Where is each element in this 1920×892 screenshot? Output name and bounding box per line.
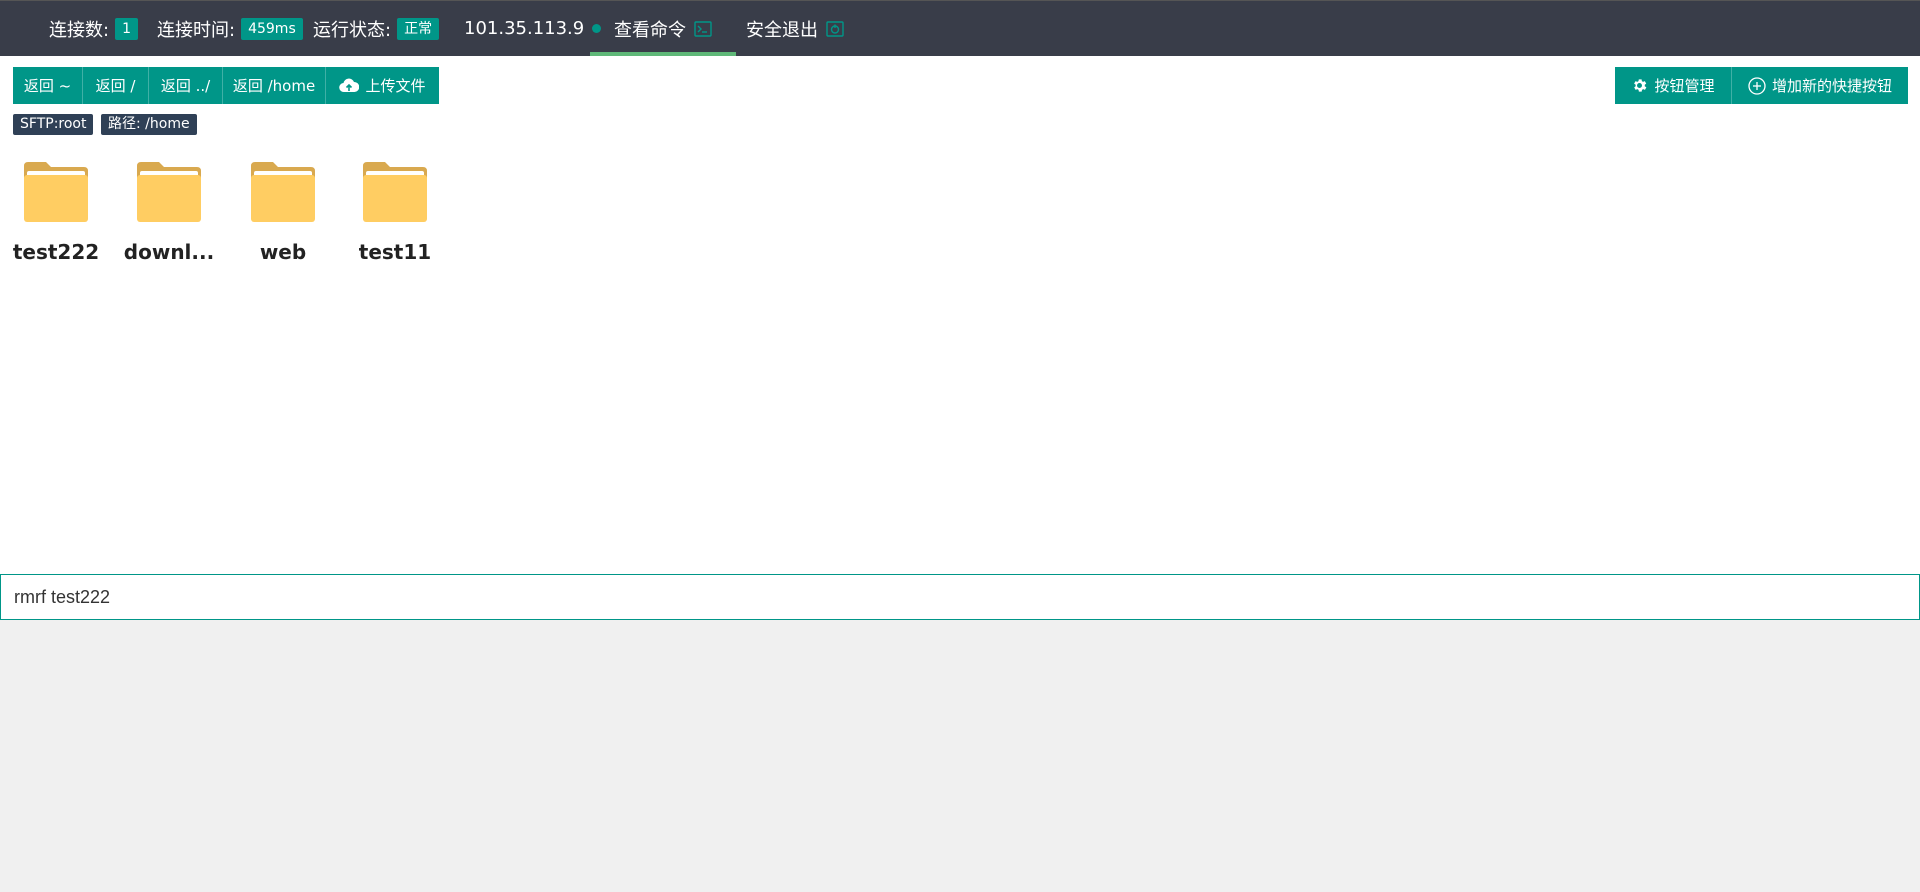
back-root-button[interactable]: 返回 / <box>83 67 149 104</box>
connection-time-stat: 连接时间: 459ms <box>157 1 303 57</box>
add-shortcut-label: 增加新的快捷按钮 <box>1771 77 1892 95</box>
folder-name: test11 <box>358 240 432 264</box>
folder-icon <box>361 160 429 228</box>
status-badge: 正常 <box>397 17 440 40</box>
back-parent-label: 返回 ../ <box>160 77 211 95</box>
folder-name: downl... <box>123 240 215 264</box>
folder-icon <box>22 160 90 228</box>
folder-item[interactable]: test11 <box>340 160 450 264</box>
status-label: 运行状态: <box>313 19 392 41</box>
current-path-tag: 路径: /home <box>101 114 197 135</box>
back-parent-button[interactable]: 返回 ../ <box>149 67 223 104</box>
add-shortcut-button[interactable]: 增加新的快捷按钮 <box>1732 67 1908 104</box>
navigation-button-group: 返回 ~ 返回 / 返回 ../ 返回 /home 上传文件 <box>13 67 439 104</box>
folder-item[interactable]: downl... <box>114 160 224 264</box>
back-home-button[interactable]: 返回 /home <box>223 67 326 104</box>
button-management-label: 按钮管理 <box>1654 77 1715 95</box>
connection-time-label: 连接时间: <box>157 19 236 41</box>
gear-icon <box>1631 77 1648 94</box>
tab-view-commands[interactable]: 查看命令 <box>590 1 736 57</box>
online-status-dot-icon <box>592 24 602 33</box>
connection-time-badge: 459ms <box>241 17 303 40</box>
back-home-dir-label: 返回 ~ <box>23 77 72 95</box>
top-bar: 连接数: 1 连接时间: 459ms 运行状态: 正常 101.35.113.9… <box>0 0 1920 57</box>
terminal-icon <box>694 20 712 37</box>
tab-view-commands-label: 查看命令 <box>614 19 686 41</box>
folder-item[interactable]: test222 <box>1 160 111 264</box>
command-input[interactable] <box>0 574 1920 620</box>
folder-name: web <box>259 240 307 264</box>
power-icon <box>826 20 844 37</box>
cloud-upload-icon <box>339 78 360 93</box>
folder-name: test222 <box>12 240 100 264</box>
back-home-label: 返回 /home <box>232 77 316 95</box>
upload-file-button[interactable]: 上传文件 <box>326 67 439 104</box>
folder-icon <box>249 160 317 228</box>
folder-icon <box>135 160 203 228</box>
logout-label: 安全退出 <box>746 19 818 41</box>
back-home-dir-button[interactable]: 返回 ~ <box>13 67 83 104</box>
connections-badge: 1 <box>115 17 138 40</box>
button-management-button[interactable]: 按钮管理 <box>1615 67 1732 104</box>
file-browser-panel: 返回 ~ 返回 / 返回 ../ 返回 /home 上传文件 按钮管理 增加新的… <box>0 56 1920 574</box>
back-root-label: 返回 / <box>95 77 136 95</box>
shortcut-button-group: 按钮管理 增加新的快捷按钮 <box>1615 67 1908 104</box>
status-stat: 运行状态: 正常 <box>313 1 440 57</box>
server-ip: 101.35.113.9 <box>464 1 602 57</box>
upload-file-label: 上传文件 <box>365 77 426 95</box>
connections-label: 连接数: <box>49 19 110 41</box>
logout-button[interactable]: 安全退出 <box>746 1 844 57</box>
connections-stat: 连接数: 1 <box>49 1 138 57</box>
folder-item[interactable]: web <box>228 160 338 264</box>
server-ip-text: 101.35.113.9 <box>464 18 585 39</box>
plus-circle-icon <box>1748 76 1766 95</box>
sftp-user-tag: SFTP:root <box>13 114 94 135</box>
